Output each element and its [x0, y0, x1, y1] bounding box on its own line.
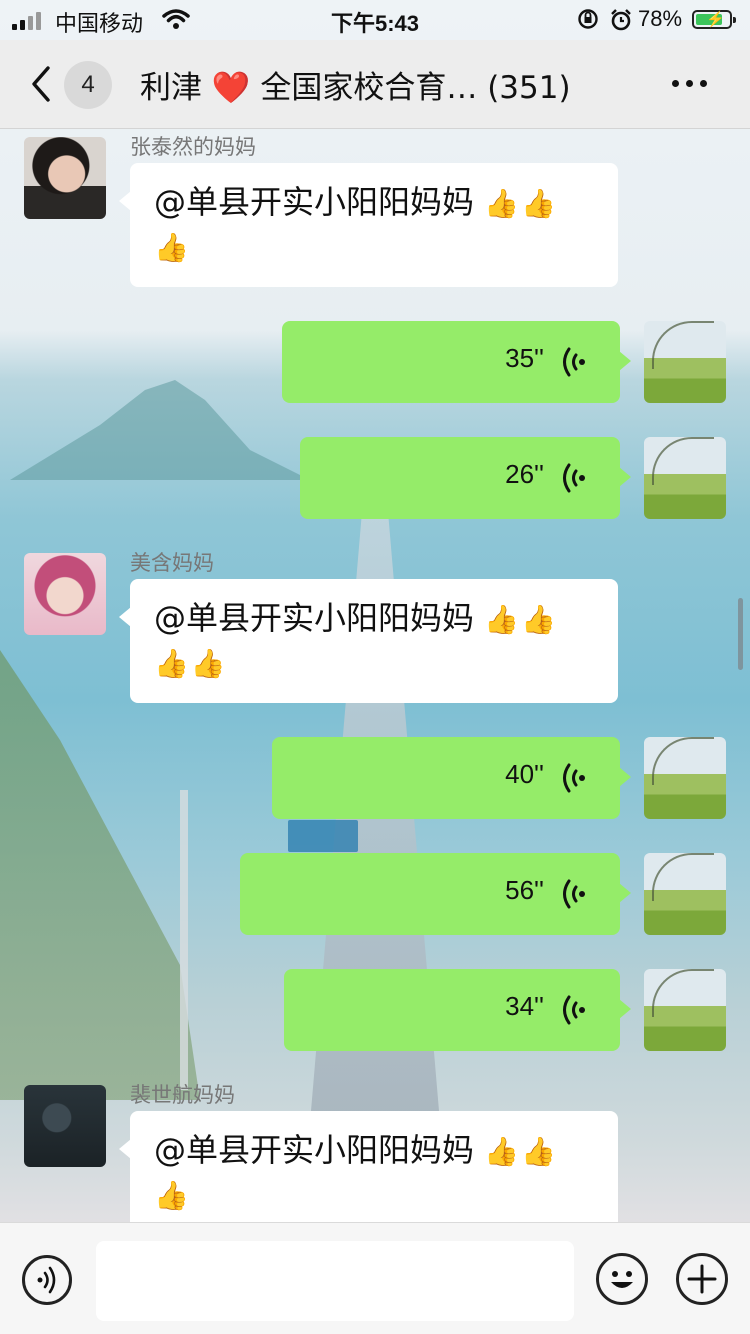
my-avatar[interactable]	[644, 437, 726, 519]
chat-title: 利津 ❤️ 全国家校合育… (351)	[140, 62, 571, 107]
text-message-bubble[interactable]: @单县开实小阳阳妈妈 👍👍 👍👍	[119, 579, 618, 703]
my-avatar[interactable]	[644, 321, 726, 403]
thumbs-up-icon: 👍👍	[484, 187, 558, 220]
message-text: @单县开实小阳阳妈妈	[154, 1131, 485, 1169]
background-cliff	[0, 650, 200, 1100]
message-text: @单县开实小阳阳妈妈	[154, 599, 485, 637]
voice-wave-icon	[563, 463, 585, 493]
voice-message-bubble[interactable]: 35''	[282, 321, 631, 403]
sender-name: 裴世航妈妈	[130, 1083, 235, 1107]
chat-header: 4 利津 ❤️ 全国家校合育… (351)	[0, 40, 750, 129]
voice-message-bubble[interactable]: 26''	[300, 437, 631, 519]
more-dots-icon[interactable]	[672, 68, 716, 98]
text-message-bubble[interactable]: @单县开实小阳阳妈妈 👍👍 👍	[119, 163, 618, 287]
voice-message-bubble[interactable]: 34''	[284, 969, 631, 1051]
sender-name: 美含妈妈	[130, 551, 214, 575]
thumbs-up-icon: 👍	[154, 1179, 191, 1212]
background-island	[10, 380, 310, 480]
thumbs-up-icon: 👍👍	[484, 1135, 558, 1168]
background-pole	[180, 790, 188, 1090]
message-input[interactable]	[96, 1241, 574, 1321]
battery-percent: 78%	[638, 6, 683, 31]
member-count: (351)	[487, 70, 571, 106]
voice-wave-icon	[563, 763, 585, 793]
status-bar: 中国移动 下午5:43 78% ⚡	[0, 0, 750, 40]
emoji-icon[interactable]	[596, 1253, 648, 1305]
chevron-left-icon[interactable]	[28, 64, 56, 104]
chat-title-prefix: 利津	[140, 70, 202, 106]
text-message-bubble[interactable]: @单县开实小阳阳妈妈 👍👍 👍	[119, 1111, 618, 1235]
unread-count-badge[interactable]: 4	[64, 61, 112, 109]
heart-icon: ❤️	[211, 70, 251, 106]
my-avatar[interactable]	[644, 853, 726, 935]
voice-duration: 34''	[505, 991, 544, 1021]
sender-avatar[interactable]	[24, 1085, 106, 1167]
thumbs-up-icon: 👍	[154, 231, 191, 264]
background-road-sign	[288, 820, 358, 852]
sender-name: 张泰然的妈妈	[130, 135, 256, 159]
message-text: @单县开实小阳阳妈妈	[154, 183, 485, 221]
voice-wave-icon	[563, 995, 585, 1025]
thumbs-up-icon: 👍👍	[154, 647, 228, 680]
sender-avatar[interactable]	[24, 137, 106, 219]
battery-charging-icon: ⚡	[692, 10, 736, 29]
chat-title-main: 全国家校合育…	[260, 70, 478, 106]
thumbs-up-icon: 👍👍	[484, 603, 558, 636]
voice-wave-icon	[563, 879, 585, 909]
my-avatar[interactable]	[644, 737, 726, 819]
plus-icon[interactable]	[676, 1253, 728, 1305]
scrollbar[interactable]	[738, 598, 743, 670]
voice-duration: 26''	[505, 459, 544, 489]
voice-duration: 35''	[505, 343, 544, 373]
voice-duration: 40''	[505, 759, 544, 789]
voice-message-bubble[interactable]: 56''	[240, 853, 631, 935]
voice-duration: 56''	[505, 875, 544, 905]
input-toolbar	[0, 1222, 750, 1334]
rotation-lock-icon	[578, 9, 598, 29]
voice-wave-icon	[563, 347, 585, 377]
alarm-icon	[611, 9, 631, 31]
voice-message-bubble[interactable]: 40''	[272, 737, 631, 819]
sender-avatar[interactable]	[24, 553, 106, 635]
voice-input-icon[interactable]	[22, 1255, 72, 1305]
chat-screen: 中国移动 下午5:43 78% ⚡ 4 利津 ❤️ 全国家校合育… (351) …	[0, 0, 750, 1334]
my-avatar[interactable]	[644, 969, 726, 1051]
